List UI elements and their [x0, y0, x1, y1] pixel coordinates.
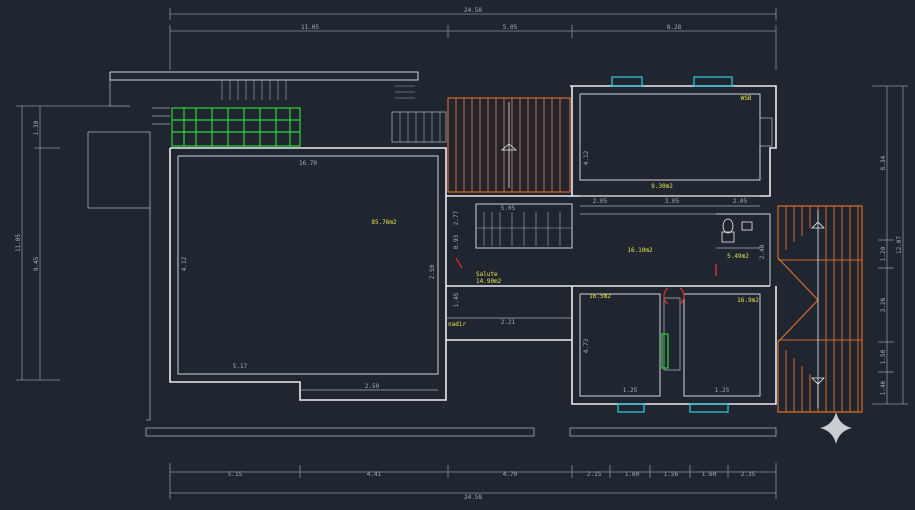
dim-corridor-b: 0.93 — [453, 234, 460, 249]
dim-hall-width: 16.70 — [299, 160, 317, 167]
left-dimension-lines — [16, 105, 110, 381]
dim-bottom-seg-3: 4.70 — [503, 471, 518, 478]
dim-left-inner: 9.45 — [33, 256, 40, 271]
dim-bottom-total: 24.58 — [464, 494, 482, 501]
roof-hatch-top — [447, 97, 571, 193]
dim-corridor: 2.21 — [501, 319, 516, 326]
dim-corridor-a: 2.77 — [453, 210, 460, 225]
area-top-right: 9.30m2 — [651, 183, 673, 190]
area-big-hall: 85.76m2 — [371, 219, 397, 226]
dim-bottom-seg-1: 5.15 — [228, 471, 243, 478]
window-bottom-1 — [617, 403, 645, 413]
dim-stair: 5.05 — [501, 205, 516, 212]
dim-bottom-seg-4: 2.15 — [587, 471, 602, 478]
top-dimension-lines — [169, 8, 777, 70]
dim-center-b: 3.05 — [665, 198, 680, 205]
dim-bottom-seg-2: 4.41 — [367, 471, 382, 478]
dim-bottom-seg-7: 1.60 — [702, 471, 717, 478]
dim-right-outer: 12.07 — [896, 236, 903, 254]
pergola-structure — [171, 107, 301, 147]
dim-corridor-c: 1.45 — [453, 292, 460, 307]
floor-plan-drawing: 24.58 11.05 5.05 8.28 5.15 4.41 4.70 2.1… — [15, 7, 908, 501]
dim-right-seg-1: 6.34 — [880, 155, 887, 170]
area-bottom-left: 16.5m2 — [589, 293, 611, 300]
dim-hall-bottom-2: 2.50 — [365, 383, 380, 390]
dim-top-right-h: 4.12 — [583, 150, 590, 165]
dim-center-a: 2.05 — [593, 198, 608, 205]
dim-right-seg-2: 1.20 — [880, 246, 887, 261]
dim-center-c: 2.05 — [733, 198, 748, 205]
dim-left-top: 1.30 — [33, 120, 40, 135]
window-bottom-2 — [689, 403, 729, 413]
dim-top-seg-3: 8.28 — [667, 24, 682, 31]
label-nadir: nadir — [448, 321, 466, 328]
area-bath: 5.49m2 — [727, 253, 749, 260]
roof-hatch-right — [777, 205, 863, 413]
dim-right-seg-5: 1.46 — [880, 380, 887, 395]
dim-hall-bottom: 5.17 — [233, 363, 248, 370]
dim-right-seg-3: 3.26 — [880, 297, 887, 312]
label-salute: Salute — [476, 271, 498, 278]
dim-bottom-seg-5: 1.60 — [625, 471, 640, 478]
dim-bath-h: 2.40 — [759, 244, 766, 259]
dim-top-seg-2: 5.05 — [503, 24, 518, 31]
dim-hall-height: 4.12 — [181, 256, 188, 271]
dim-bottom-right-w: 1.25 — [715, 387, 730, 394]
label-corner-tag: WSB — [741, 95, 752, 102]
dim-left-outer: 11.05 — [15, 234, 22, 252]
center-room-walls — [572, 205, 771, 287]
dim-top-total: 24.58 — [464, 7, 482, 14]
area-bottom-right: 16.9m2 — [737, 297, 759, 304]
dim-bottom-seg-8: 2.35 — [741, 471, 756, 478]
dim-bottom-left-h: 4.73 — [583, 338, 590, 353]
top-right-room-walls — [570, 85, 777, 197]
door-mark-salute — [455, 257, 463, 269]
cad-canvas[interactable]: 24.58 11.05 5.05 8.28 5.15 4.41 4.70 2.1… — [0, 0, 915, 506]
four-point-star-icon — [820, 412, 852, 444]
dim-top-seg-1: 11.05 — [301, 24, 319, 31]
dim-corridor-d: 2.50 — [429, 264, 436, 279]
dim-bottom-seg-6: 1.56 — [664, 471, 679, 478]
bath-fixtures — [721, 218, 753, 243]
big-hall-walls — [169, 147, 447, 401]
window-top-1 — [611, 76, 643, 87]
area-center: 16.10m2 — [627, 247, 653, 254]
dim-right-seg-4: 1.50 — [880, 349, 887, 364]
dim-bottom-left-w: 1.25 — [623, 387, 638, 394]
window-top-2 — [693, 76, 733, 87]
area-salute: 14.90m2 — [476, 278, 502, 285]
